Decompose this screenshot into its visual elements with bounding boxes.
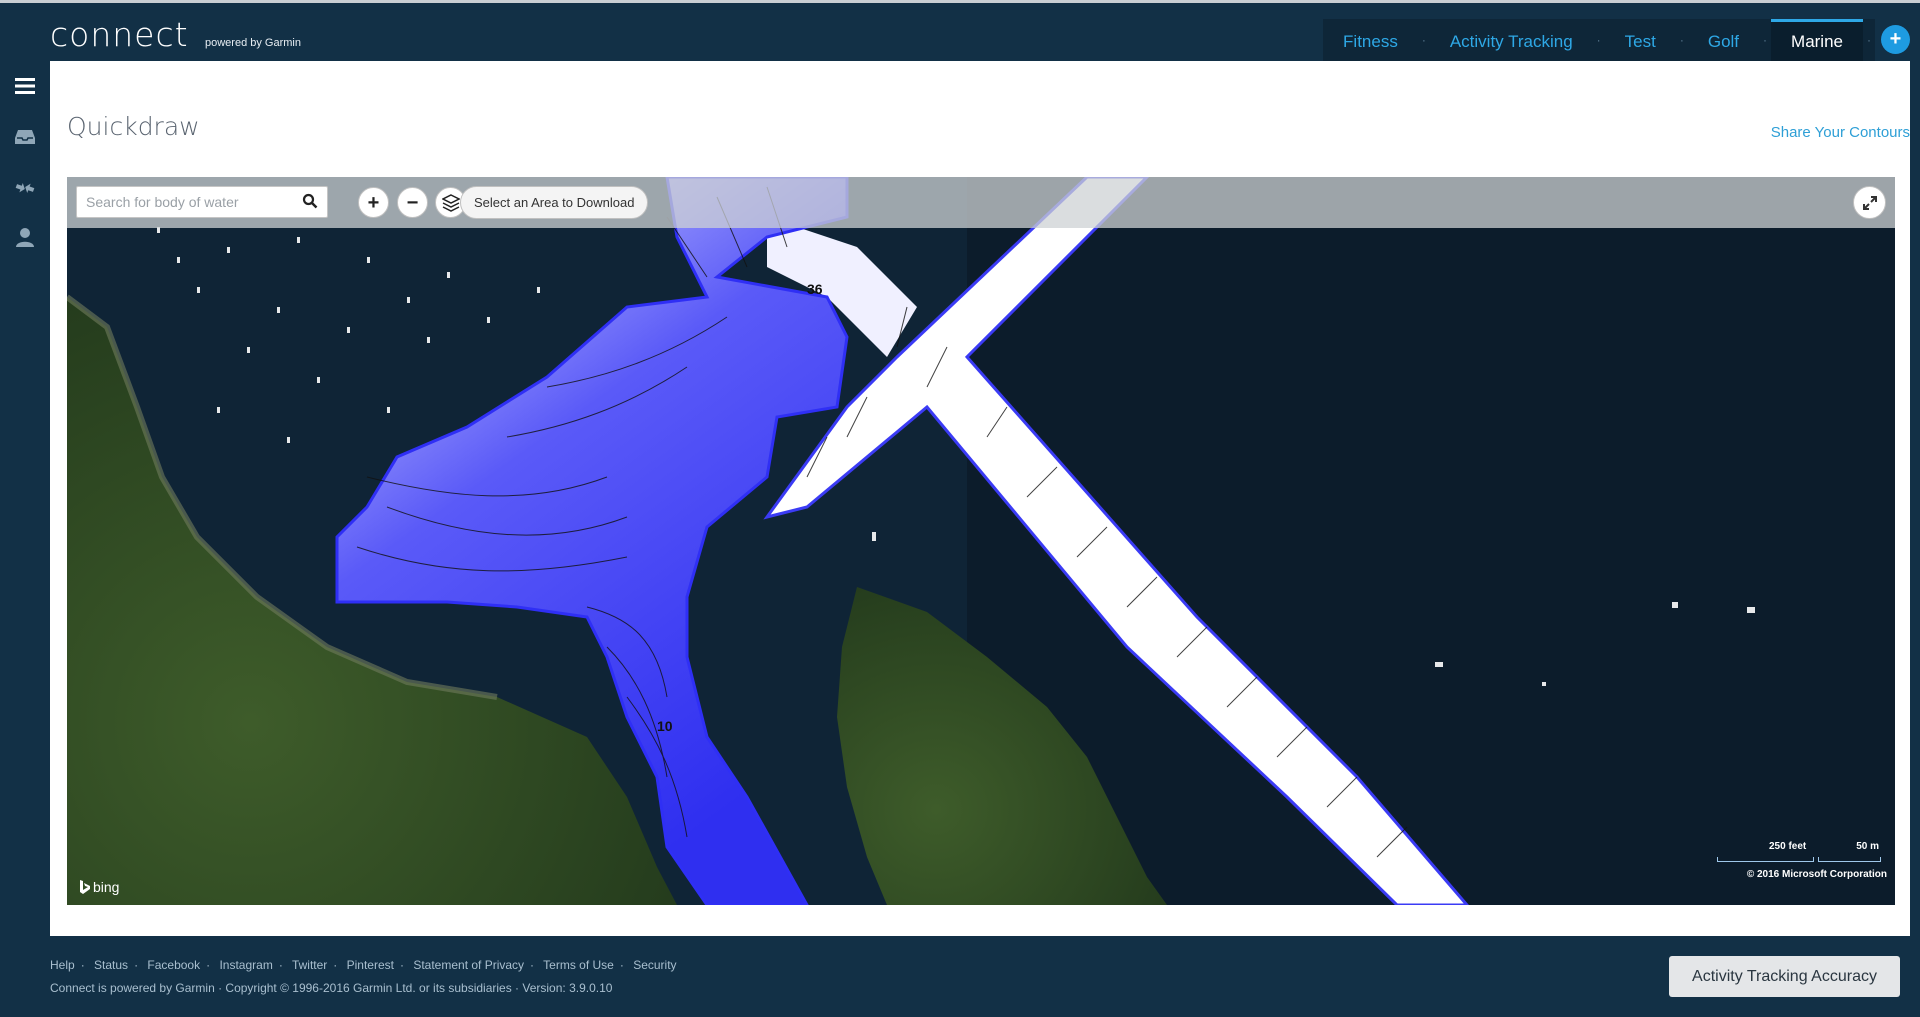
minus-icon: − [406, 191, 419, 214]
scale-feet-label: 250 feet [1769, 841, 1807, 852]
zoom-out-button[interactable]: − [397, 187, 428, 218]
page-title: Quickdraw [67, 112, 200, 141]
footer-link-security[interactable]: Security [633, 958, 676, 972]
tab-golf[interactable]: Golf [1687, 19, 1760, 61]
menu-icon[interactable] [12, 73, 38, 99]
bing-label: bing [93, 879, 120, 895]
search-box [76, 186, 328, 218]
connect-logo[interactable]: connect [50, 15, 189, 54]
tab-marine[interactable]: Marine [1771, 19, 1863, 61]
body-of-water-search-input[interactable] [84, 193, 298, 211]
footer-link-help[interactable]: Help [50, 958, 75, 972]
tab-separator: · [1759, 19, 1772, 61]
tab-separator: · [1863, 19, 1875, 61]
bing-attribution: bing [79, 879, 119, 895]
quickdraw-map[interactable]: 36 10 + − Select an Area to Download [67, 177, 1895, 905]
map-toolbar: + − Select an Area to Download [67, 177, 1895, 228]
footer-link-status[interactable]: Status [94, 958, 128, 972]
footer-link-privacy[interactable]: Statement of Privacy [413, 958, 524, 972]
footer-link-pinterest[interactable]: Pinterest [347, 958, 394, 972]
app-tabs: Fitness · Activity Tracking · Test · Gol… [1323, 19, 1920, 61]
bing-logo-icon [80, 880, 90, 894]
scale-meters-label: 50 m [1856, 841, 1879, 852]
footer-links: Help · Status · Facebook · Instagram · Twitt… [50, 958, 677, 972]
footer-link-terms[interactable]: Terms of Use [543, 958, 614, 972]
tab-separator: · [1417, 19, 1430, 61]
footer-link-twitter[interactable]: Twitter [292, 958, 327, 972]
tab-test[interactable]: Test [1604, 19, 1676, 61]
plus-icon: + [367, 191, 380, 214]
depth-label-36: 36 [807, 281, 823, 297]
tab-separator: · [1592, 19, 1605, 61]
share-contours-link[interactable]: Share Your Contours [1771, 124, 1910, 141]
select-area-download-button[interactable]: Select an Area to Download [460, 186, 649, 219]
top-header: connect powered by Garmin Fitness · Acti… [0, 0, 1920, 61]
layers-icon [441, 193, 460, 212]
depth-label-10: 10 [657, 718, 673, 734]
zoom-in-button[interactable]: + [358, 187, 389, 218]
scale-bar-meters [1818, 857, 1881, 862]
tab-fitness[interactable]: Fitness [1323, 19, 1418, 61]
footer-link-facebook[interactable]: Facebook [147, 958, 200, 972]
map-copyright: © 2016 Microsoft Corporation [1746, 869, 1887, 880]
scale-bar-feet [1717, 857, 1814, 862]
map-scale: 250 feet 50 m © 2016 Microsoft Corporati… [1717, 837, 1887, 897]
map-imagery [67, 177, 1895, 905]
search-icon[interactable] [302, 193, 320, 211]
inbox-icon[interactable] [12, 124, 38, 150]
add-tab-button[interactable]: + [1881, 25, 1910, 54]
connections-icon[interactable] [12, 175, 38, 201]
tab-separator: · [1675, 19, 1688, 61]
profile-icon[interactable] [12, 224, 38, 250]
fullscreen-button[interactable] [1853, 186, 1886, 219]
expand-icon [1862, 195, 1877, 210]
tab-activity-tracking[interactable]: Activity Tracking [1429, 19, 1593, 61]
footer-copyright: Connect is powered by Garmin · Copyright… [50, 981, 613, 995]
activity-tracking-accuracy-button[interactable]: Activity Tracking Accuracy [1669, 956, 1900, 997]
footer-link-instagram[interactable]: Instagram [219, 958, 272, 972]
left-nav [0, 61, 50, 941]
main-panel: Quickdraw Share Your Contours 36 10 Sear… [50, 61, 1910, 936]
logo-subtitle: powered by Garmin [205, 37, 301, 49]
